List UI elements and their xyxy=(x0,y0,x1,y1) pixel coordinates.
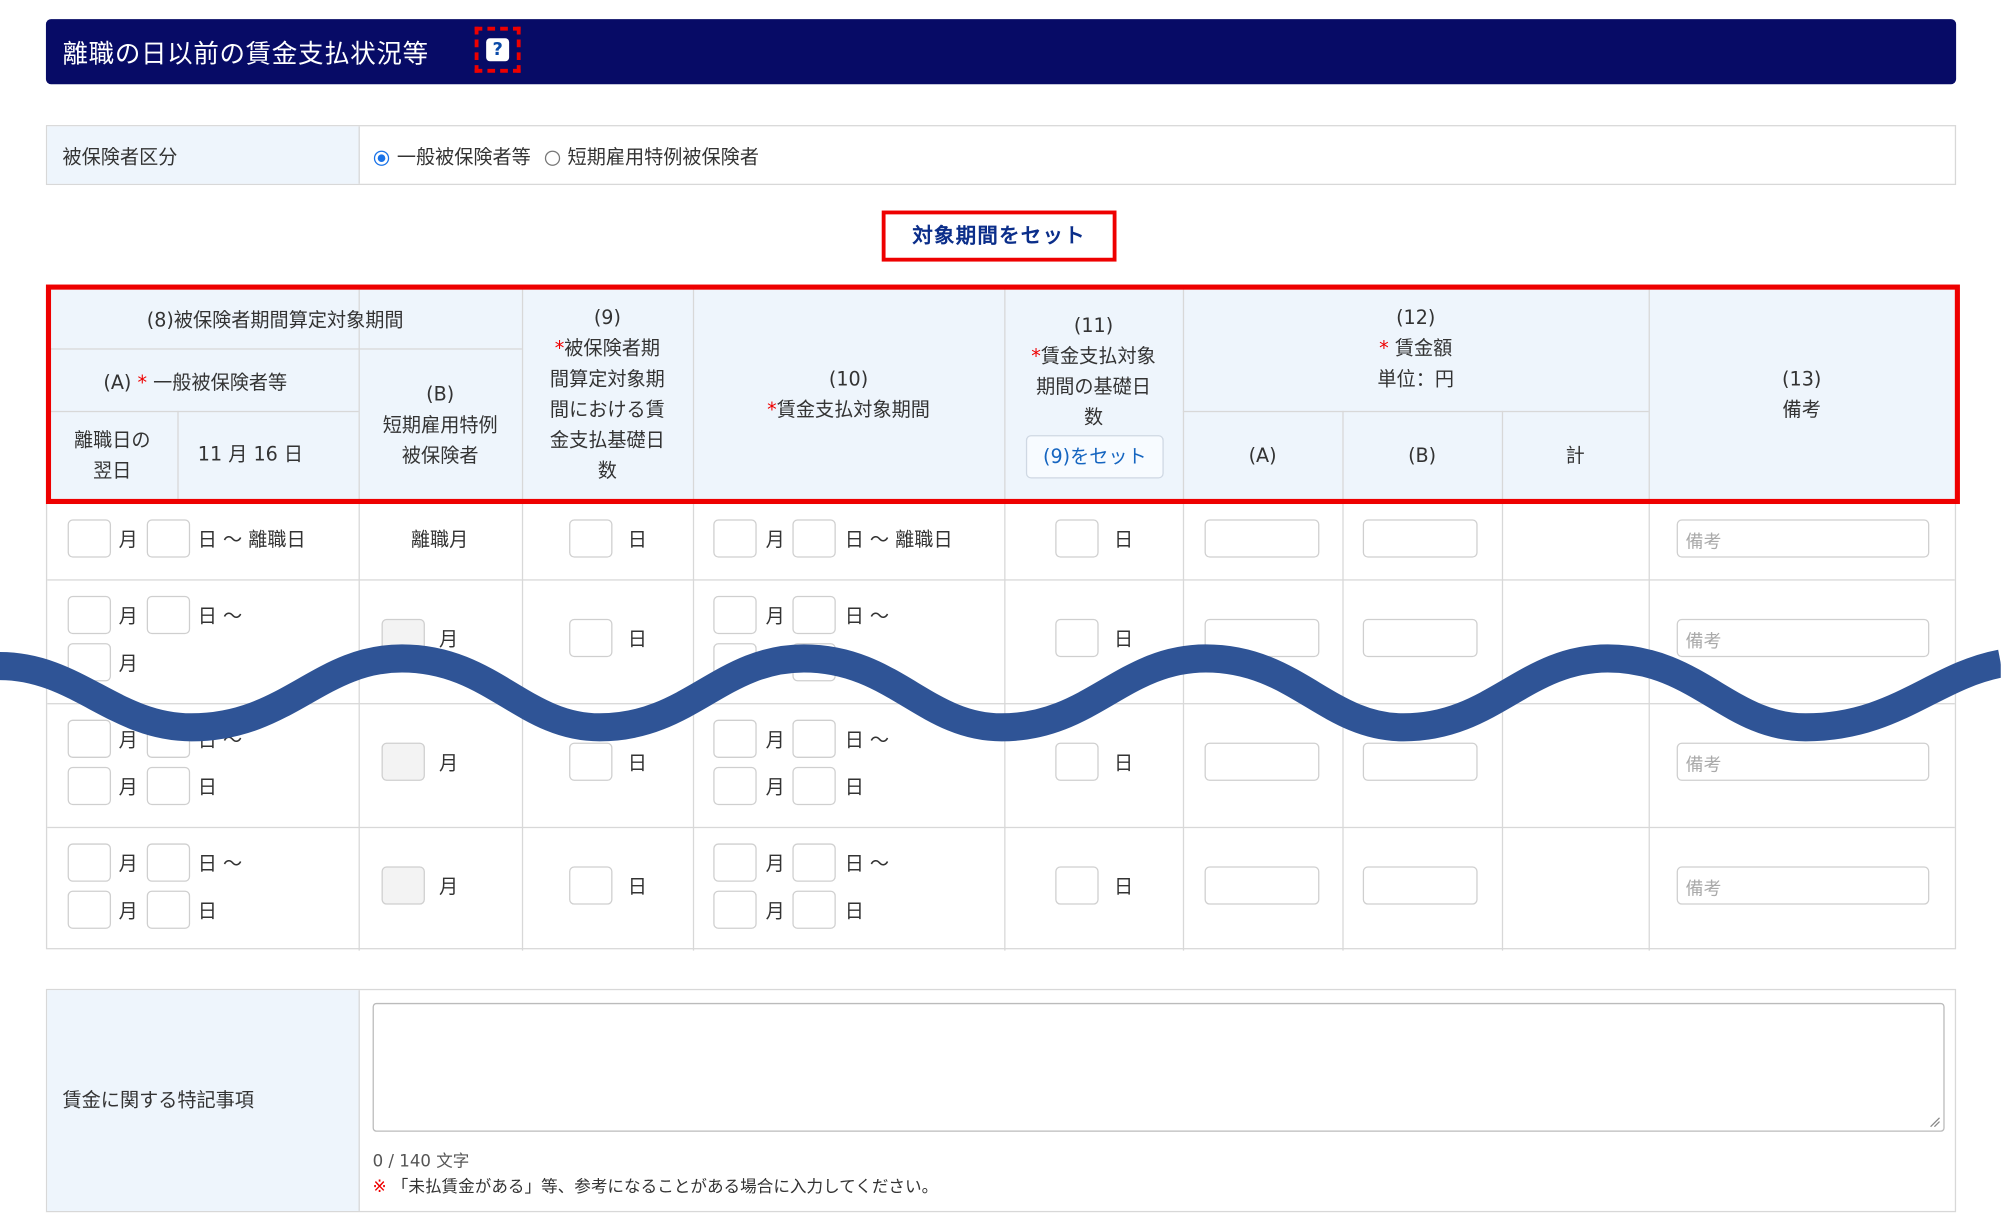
radio-short-term-insured[interactable] xyxy=(544,149,560,166)
help-icon[interactable]: ? xyxy=(486,38,510,62)
row1-col11-days-input[interactable] xyxy=(1055,519,1099,558)
help-highlight: ? xyxy=(474,26,521,73)
row1-start-day-input[interactable] xyxy=(146,519,191,558)
row4-wage-a-input[interactable] xyxy=(1204,866,1320,905)
row4-pay-start-day-input[interactable] xyxy=(792,843,836,882)
wage-notes-textarea[interactable] xyxy=(372,1002,1945,1132)
unit-label: 月 xyxy=(765,528,785,552)
header-col12: (12) * 賃金額 単位：円 xyxy=(1377,306,1455,391)
unit-label: 日 xyxy=(627,528,647,552)
row1-col9-days-input[interactable] xyxy=(569,519,613,558)
row4-col11-days-input[interactable] xyxy=(1055,866,1099,905)
header-col9: (9) *被保険者期 間算定対象期 間における賃 金支払基礎日 数 xyxy=(549,306,665,483)
row3-end-month-input[interactable] xyxy=(67,766,112,806)
header-col12a: (A) xyxy=(1248,444,1277,468)
unit-label: 日 ～ xyxy=(197,852,243,876)
row4-pay-end-month-input[interactable] xyxy=(713,890,757,929)
note-text: 「未払賃金がある」等、参考になることがある場合に入力してください。 xyxy=(391,1177,939,1197)
row-divider xyxy=(1182,410,1649,413)
unit-label: 日 xyxy=(1113,528,1134,552)
row4-col9-days-input[interactable] xyxy=(569,866,613,905)
row3-end-day-input[interactable] xyxy=(146,766,191,806)
wage-notes-label-cell: 賃金に関する特記事項 xyxy=(47,990,360,1211)
unit-label: 月 xyxy=(765,775,785,799)
section-title: 離職の日以前の賃金支払状況等 xyxy=(62,38,429,69)
header-col10: (10) *賃金支払対象期間 xyxy=(767,367,930,422)
row4-col8b-input[interactable] xyxy=(381,866,425,905)
insured-category-row: 被保険者区分 一般被保険者等 短期雇用特例被保険者 xyxy=(45,125,1957,186)
row3-pay-end-month-input[interactable] xyxy=(713,766,757,806)
row4-start-day-input[interactable] xyxy=(146,843,191,882)
rishoku-month-label: 離職月 xyxy=(410,528,469,552)
header-col13: (13) 備考 xyxy=(1782,367,1822,422)
set-col9-button[interactable]: (9)をセット xyxy=(1025,435,1164,479)
row3-pay-end-day-input[interactable] xyxy=(792,766,836,806)
unit-label: 月 xyxy=(118,852,138,876)
radio-general-insured-label[interactable]: 一般被保険者等 xyxy=(397,145,531,168)
wage-notes-hint: ※ 「未払賃金がある」等、参考になることがある場合に入力してください。 xyxy=(373,1173,939,1197)
insured-category-label-cell: 被保険者区分 xyxy=(47,126,360,184)
row1-pay-start-day-input[interactable] xyxy=(792,519,836,558)
unit-label: 月 xyxy=(118,528,138,552)
unit-label: 日 ～ 離職日 xyxy=(844,528,953,552)
header-col11: (11) *賃金支払対象 期間の基礎日 数 xyxy=(1031,313,1156,429)
header-col12-total: 計 xyxy=(1565,444,1585,468)
wage-table: (8)被保険者期間算定対象期間 (A) * 一般被保険者等 離職日の 翌日 11… xyxy=(45,288,1957,951)
unit-label: 月 xyxy=(438,875,459,899)
row1-wage-b-input[interactable] xyxy=(1362,519,1478,558)
unit-label: 月 xyxy=(118,775,138,799)
unit-label: 日 xyxy=(197,899,217,923)
row1-start-month-input[interactable] xyxy=(67,519,112,558)
header-col8: (8)被保険者期間算定対象期間 xyxy=(146,308,404,332)
header-col8a: (A) * 一般被保険者等 xyxy=(103,371,288,395)
unit-label: 日 ～ 離職日 xyxy=(197,528,306,552)
unit-label: 日 xyxy=(844,899,864,923)
row1-pay-start-month-input[interactable] xyxy=(713,519,757,558)
row-divider xyxy=(47,498,1955,501)
header-col12b: (B) xyxy=(1408,444,1437,468)
radio-short-term-insured-label[interactable]: 短期雇用特例被保険者 xyxy=(568,145,759,168)
section-title-bar: 離職の日以前の賃金支払状況等 ? xyxy=(45,19,1957,85)
row-divider xyxy=(47,579,1955,581)
row4-end-day-input[interactable] xyxy=(146,890,191,929)
row4-pay-end-day-input[interactable] xyxy=(792,890,836,929)
row1-remarks-input[interactable]: 備考 xyxy=(1676,519,1930,558)
unit-label: 日 xyxy=(197,775,217,799)
wage-notes-label: 賃金に関する特記事項 xyxy=(62,1088,254,1112)
row4-remarks-input[interactable]: 備考 xyxy=(1676,866,1930,905)
insured-category-label: 被保険者区分 xyxy=(62,145,178,169)
row4-start-month-input[interactable] xyxy=(67,843,112,882)
unit-label: 日 ～ xyxy=(844,852,890,876)
resize-handle-icon[interactable] xyxy=(1928,1115,1941,1128)
row-divider xyxy=(47,348,522,350)
unit-label: 日 xyxy=(627,875,647,899)
insured-category-options: 一般被保険者等 短期雇用特例被保険者 xyxy=(373,143,759,170)
unit-label: 月 xyxy=(765,852,785,876)
row-divider xyxy=(47,826,1955,829)
unit-label: 月 xyxy=(765,899,785,923)
row4-wage-b-input[interactable] xyxy=(1362,866,1478,905)
row-divider xyxy=(47,410,359,413)
unit-label: 日 xyxy=(1113,875,1134,899)
unit-label: 日 xyxy=(844,775,864,799)
row4-end-month-input[interactable] xyxy=(67,890,112,929)
note-mark: ※ xyxy=(372,1177,387,1197)
radio-general-insured[interactable] xyxy=(373,149,390,166)
header-col8b: (B) 短期雇用特例 被保険者 xyxy=(382,382,498,468)
col-divider xyxy=(177,410,179,499)
wage-notes-counter: 0 / 140 文字 xyxy=(372,1152,470,1172)
row1-wage-a-input[interactable] xyxy=(1204,519,1320,558)
omission-wave-graphic xyxy=(0,644,2001,742)
unit-label: 月 xyxy=(118,899,138,923)
header-col8a-date: 11 月 16 日 xyxy=(197,442,304,466)
header-col8a-next-day: 離職日の 翌日 xyxy=(73,428,151,483)
row4-pay-start-month-input[interactable] xyxy=(713,843,757,882)
set-period-button[interactable]: 対象期間をセット xyxy=(881,210,1117,262)
